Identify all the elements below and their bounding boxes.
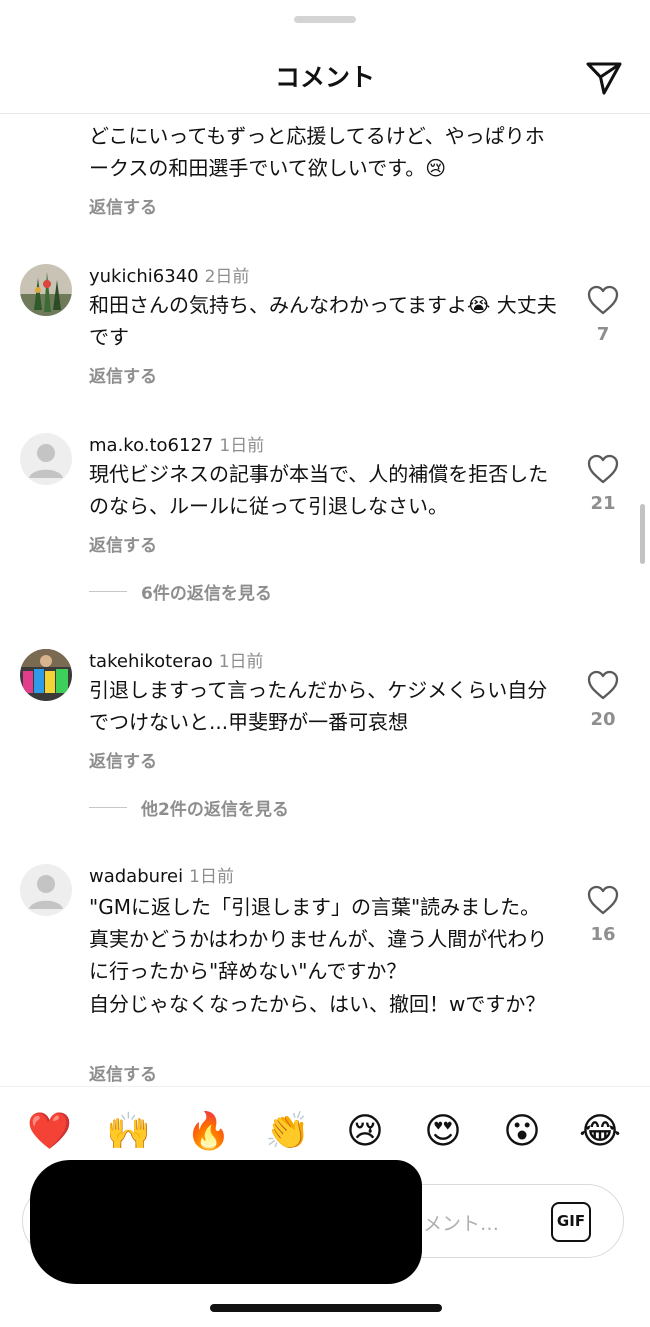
emoji-surprised-button[interactable]: 😮 [500,1110,544,1154]
comments-header: コメント [0,34,650,114]
username[interactable]: yukichi6340 [89,266,199,287]
heart-icon[interactable] [586,669,620,701]
like-count: 7 [596,324,610,345]
view-replies-button[interactable]: 他2件の返信を見る [89,795,289,820]
home-indicator [210,1304,442,1312]
username[interactable]: takehikoterao [89,651,213,672]
page-title: コメント [274,63,375,92]
reply-button[interactable]: 返信する [89,1060,157,1085]
divider-line [89,807,127,808]
avatar[interactable] [20,649,72,701]
comment-input-placeholder: メント… [423,1213,500,1235]
view-replies-button[interactable]: 6件の返信を見る [89,579,272,604]
like-count: 16 [590,924,616,945]
like-count: 21 [590,493,616,514]
emoji-laughing-button[interactable]: 😂 [578,1110,622,1154]
redaction-block [30,1160,422,1284]
comment-meta: wadaburei 1日前 [89,862,234,887]
avatar[interactable] [20,433,72,485]
emoji-fire-button[interactable]: 🔥 [186,1110,231,1154]
scroll-indicator[interactable] [640,504,645,564]
reply-button[interactable]: 返信する [89,747,157,772]
timestamp: 1日前 [218,652,264,672]
username[interactable]: wadaburei [89,866,183,887]
comment-text: 現代ビジネスの記事が本当で、人的補償を拒否したのなら、ルールに従って引退しなさい… [89,462,549,518]
timestamp: 2日前 [204,267,250,287]
comment-meta: takehikoterao 1日前 [89,647,264,672]
reply-button[interactable]: 返信する [89,362,157,387]
heart-icon[interactable] [586,453,620,485]
comment-meta: yukichi6340 2日前 [89,262,249,287]
emoji-clapping-button[interactable]: 👏 [265,1110,310,1154]
reply-button[interactable]: 返信する [89,193,157,218]
comment-text-continued: 自分じゃなくなったから、はい、撤回！wですか？ [89,992,546,1016]
view-replies-label: 6件の返信を見る [141,584,272,604]
avatar[interactable] [20,864,72,916]
emoji-quick-reactions: ❤️ 🙌 🔥 👏 😢 😍 😮 😂 [0,1110,650,1158]
timestamp: 1日前 [189,867,234,887]
divider-line [89,591,127,592]
timestamp: 1日前 [219,436,265,456]
gif-button[interactable]: GIF [551,1202,591,1242]
emoji-heart-button[interactable]: ❤️ [27,1110,72,1154]
comment-text: どこにいってもずっと応援してるけど、やっぱりホークスの和田選手でいて欲しいです。… [89,124,545,180]
emoji-raising-hands-button[interactable]: 🙌 [106,1110,151,1154]
comment-list[interactable]: どこにいってもずっと応援してるけど、やっぱりホークスの和田選手でいて欲しいです。… [0,114,650,1086]
comment-text: 和田さんの気持ち、みんなわかってますよ😭 大丈夫です [89,293,557,349]
comment-meta: ma.ko.to6127 1日前 [89,431,264,456]
reply-button[interactable]: 返信する [89,531,157,556]
comment-text: 引退しますって言ったんだから、ケジメくらい自分でつけないと...甲斐野が一番可哀… [89,678,548,734]
heart-icon[interactable] [586,284,620,316]
like-count: 20 [590,709,616,730]
view-replies-label: 他2件の返信を見る [141,800,289,820]
emoji-crying-button[interactable]: 😢 [343,1110,387,1154]
heart-icon[interactable] [586,884,620,916]
emoji-heart-eyes-button[interactable]: 😍 [421,1110,465,1154]
comment-text: "GMに返した「引退します」の言葉"読みました。真実かどうかはわかりませんが、違… [89,895,548,983]
sheet-grab-handle[interactable] [294,16,356,23]
username[interactable]: ma.ko.to6127 [89,435,213,456]
avatar[interactable] [20,264,72,316]
divider [0,1086,650,1087]
paper-plane-icon[interactable] [582,56,626,100]
